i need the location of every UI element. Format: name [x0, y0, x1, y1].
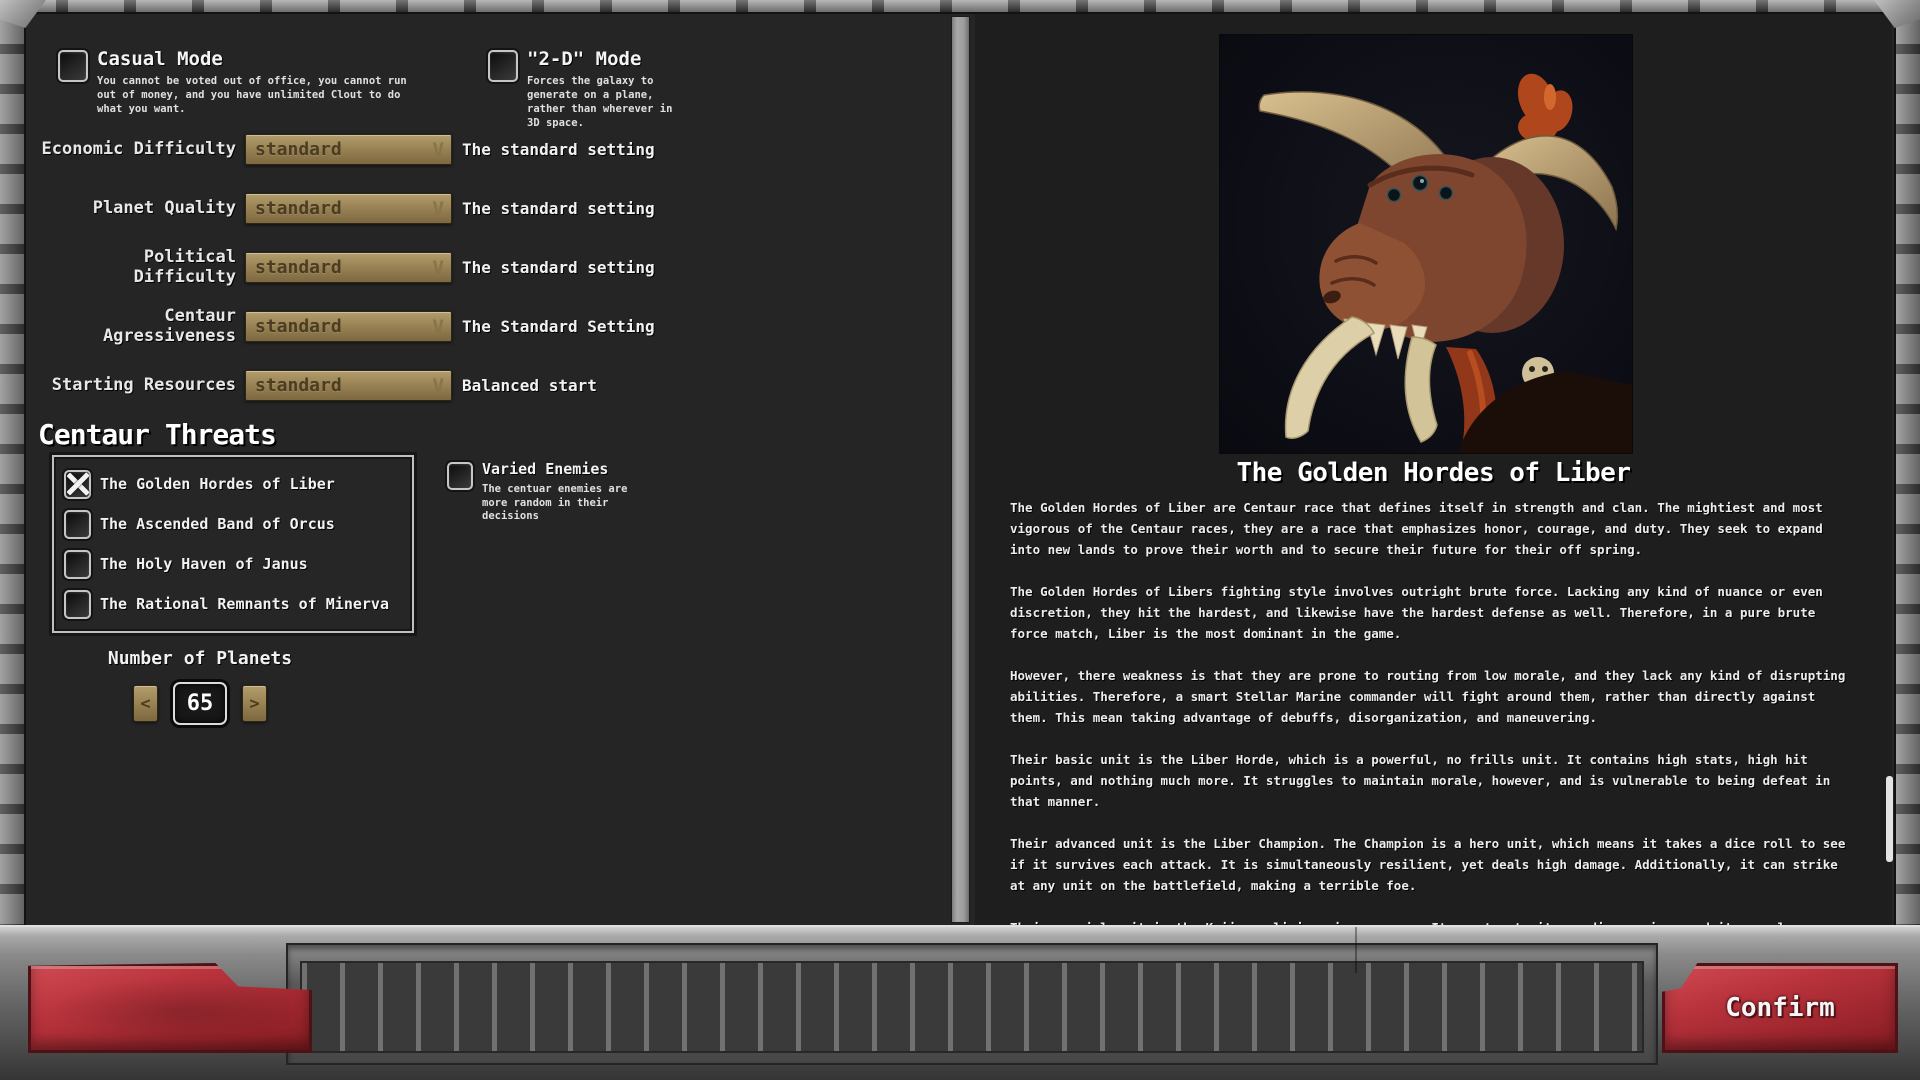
faction-detail-panel: The Golden Hordes of Liber The Golden Ho…	[975, 14, 1892, 977]
dropdown-value: standard	[255, 257, 342, 278]
setup-options-panel: Casual Mode You cannot be voted out of of…	[28, 14, 768, 925]
centaur-threats-heading: Centaur Threats	[38, 418, 277, 451]
dropdown-value: standard	[255, 316, 342, 337]
varied-enemies-checkbox[interactable]	[447, 462, 473, 490]
faction-description-paragraph: Their advanced unit is the Liber Champio…	[1010, 836, 1846, 893]
setting-label: Economic Difficulty	[41, 138, 236, 159]
threat-option-label: The Golden Hordes of Liber	[100, 475, 335, 493]
varied-enemies-text: Varied Enemies The centuar enemies are m…	[482, 460, 634, 524]
panel-scrollbar[interactable]	[951, 16, 970, 923]
faction-description-paragraph: The Golden Hordes of Liber are Centaur r…	[1010, 500, 1823, 557]
starting-resources-dropdown[interactable]: standard V	[245, 370, 452, 401]
planet-count-stepper: < 65 >	[70, 682, 330, 725]
setting-description: The Standard Setting	[462, 317, 655, 336]
difficulty-settings: Economic Difficulty standard V The standard…	[40, 120, 655, 415]
setting-label: Political Difficulty	[133, 247, 236, 287]
faction-description-paragraph: Their basic unit is the Liber Horde, whi…	[1010, 752, 1831, 809]
dropdown-chevron-icon: V	[432, 374, 444, 397]
setting-description: The standard setting	[462, 258, 655, 277]
mode-description: You cannot be voted out of office, you c…	[97, 74, 407, 115]
dropdown-value: standard	[255, 139, 342, 160]
metal-frame-right	[1894, 14, 1920, 925]
setting-row-starting-resources: Starting Resources standard V Balanced star…	[40, 356, 655, 415]
mode-label: "2-D" Mode	[527, 48, 642, 70]
varied-enemies-description: The centuar enemies are more random in t…	[482, 482, 628, 523]
threat-option-label: The Holy Haven of Janus	[100, 555, 308, 573]
metal-frame-top	[0, 0, 1920, 14]
the-ascended-band-of-orcus-checkbox[interactable]	[64, 509, 91, 539]
dropdown-chevron-icon: V	[432, 197, 444, 220]
mode-2-d-mode: "2-D" Mode Forces the galaxy to generate …	[488, 48, 693, 130]
setting-description: The standard setting	[462, 199, 655, 218]
the-holy-haven-of-janus-checkbox[interactable]	[64, 549, 91, 579]
number-of-planets-section: Number of Planets < 65 >	[70, 648, 330, 725]
threat-option-label: The Ascended Band of Orcus	[100, 515, 335, 533]
increment-planets-button[interactable]: >	[242, 685, 267, 722]
threat-option-the-holy-haven-of-janus: The Holy Haven of Janus	[60, 549, 406, 579]
dropdown-chevron-icon: V	[432, 256, 444, 279]
dropdown-value: standard	[255, 375, 342, 396]
mode-casual-mode: Casual Mode You cannot be voted out of of…	[58, 48, 430, 117]
footer-seam	[1355, 927, 1357, 973]
dropdown-value: standard	[255, 198, 342, 219]
the-golden-hordes-of-liber-checkbox[interactable]	[64, 469, 91, 499]
centaur-portrait-art	[1220, 35, 1632, 453]
setting-row-planet-quality: Planet Quality standard V The standard sett…	[40, 179, 655, 238]
dropdown-chevron-icon: V	[432, 138, 444, 161]
setting-label: Planet Quality	[92, 197, 236, 218]
number-of-planets-heading: Number of Planets	[107, 648, 293, 669]
faction-title: The Golden Hordes of Liber	[1236, 458, 1632, 488]
threat-option-label: The Rational Remnants of Minerva	[100, 595, 389, 613]
setting-description: The standard setting	[462, 140, 655, 159]
mode-toggles: Casual Mode You cannot be voted out of of…	[58, 48, 693, 130]
detail-scrollbar-thumb[interactable]	[1886, 776, 1893, 862]
footer-slats	[300, 961, 1644, 1053]
2-d-mode-checkbox[interactable]	[488, 50, 518, 82]
setting-row-economic-difficulty: Economic Difficulty standard V The standard…	[40, 120, 655, 179]
setting-row-political-difficulty: Political Difficulty standard V The standar…	[40, 238, 655, 297]
setting-label: Centaur Agressiveness	[102, 306, 236, 346]
planet-quality-dropdown[interactable]: standard V	[245, 193, 452, 224]
centaur-portrait-image	[1220, 35, 1632, 453]
mode-text: Casual Mode You cannot be voted out of of…	[97, 48, 409, 117]
political-difficulty-dropdown[interactable]: standard V	[245, 252, 452, 283]
metal-frame-left	[0, 14, 26, 925]
faction-description-paragraph: The Golden Hordes of Libers fighting sty…	[1010, 584, 1823, 641]
planet-count-value: 65	[173, 682, 227, 725]
economic-difficulty-dropdown[interactable]: standard V	[245, 134, 452, 165]
logo-emboss	[51, 978, 289, 1038]
mode-text: "2-D" Mode Forces the galaxy to generate …	[527, 48, 689, 130]
setting-label: Starting Resources	[51, 374, 236, 395]
footer-channel	[286, 943, 1658, 1065]
dropdown-chevron-icon: V	[432, 315, 444, 338]
logo-plate	[28, 963, 312, 1053]
centaur-agressiveness-dropdown[interactable]: standard V	[245, 311, 452, 342]
galaxy-setup-screen: Casual Mode You cannot be voted out of of…	[0, 0, 1920, 1080]
faction-description-paragraph: However, there weakness is that they are…	[1010, 668, 1846, 725]
the-rational-remnants-of-minerva-checkbox[interactable]	[64, 589, 91, 619]
confirm-button[interactable]: Confirm	[1662, 963, 1898, 1053]
centaur-threats-list: The Golden Hordes of Liber The Ascended B…	[52, 455, 414, 633]
footer-bar: Confirm	[0, 925, 1920, 1080]
setting-description: Balanced start	[462, 376, 597, 395]
varied-enemies-option: Varied Enemies The centuar enemies are m…	[447, 460, 687, 524]
threat-option-the-ascended-band-of-orcus: The Ascended Band of Orcus	[60, 509, 406, 539]
content-area: Casual Mode You cannot be voted out of of…	[28, 14, 1893, 977]
checkbox-x-icon	[66, 472, 89, 497]
setting-row-centaur-agressiveness: Centaur Agressiveness standard V The Standa…	[40, 297, 655, 356]
threat-option-the-rational-remnants-of-minerva: The Rational Remnants of Minerva	[60, 589, 406, 619]
casual-mode-checkbox[interactable]	[58, 50, 88, 82]
threat-option-the-golden-hordes-of-liber: The Golden Hordes of Liber	[60, 469, 406, 499]
mode-label: Casual Mode	[97, 48, 223, 70]
varied-enemies-label: Varied Enemies	[482, 460, 609, 478]
decrement-planets-button[interactable]: <	[133, 685, 158, 722]
